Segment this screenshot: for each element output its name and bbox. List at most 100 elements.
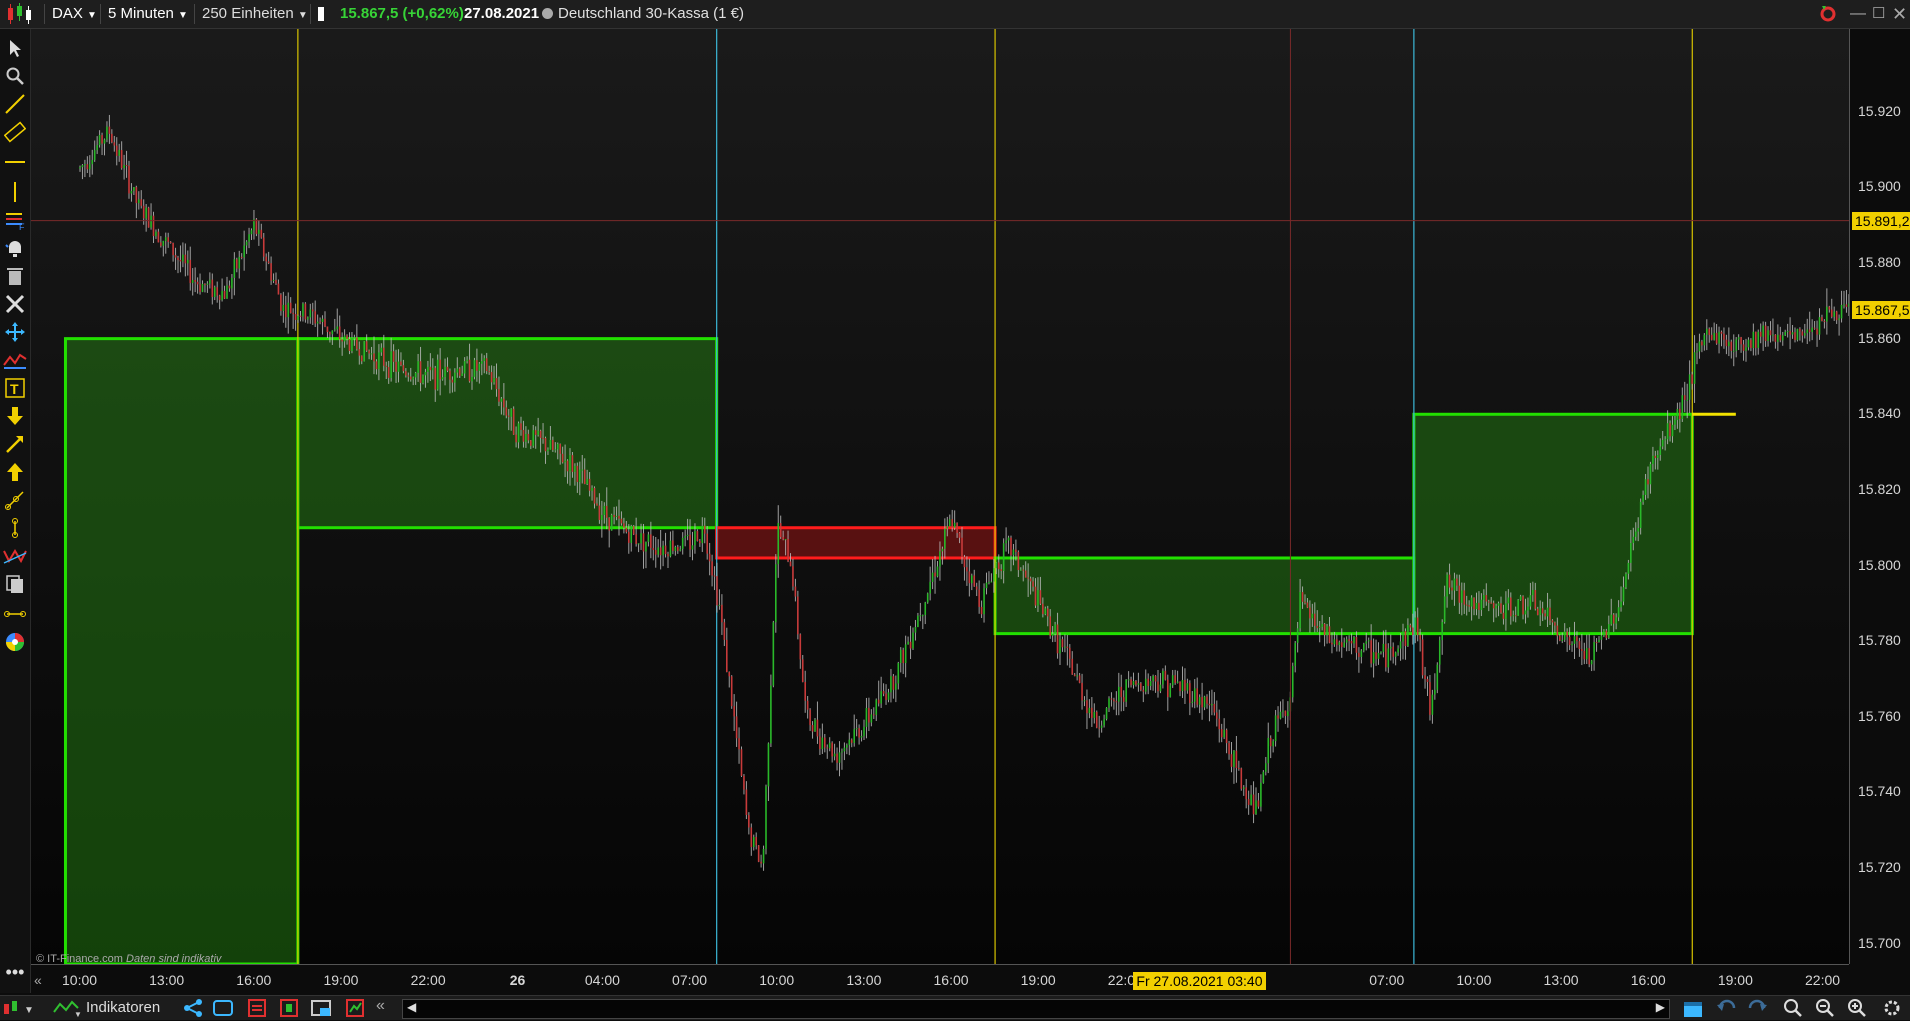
- cloud-icon[interactable]: [212, 998, 236, 1021]
- segment-icon[interactable]: [2, 515, 28, 541]
- window-icon[interactable]: [310, 998, 334, 1021]
- horizontal-segment-icon[interactable]: [2, 601, 28, 627]
- maximize-button[interactable]: ☐: [1872, 0, 1885, 28]
- candle-body: [1514, 615, 1517, 617]
- candle-body: [564, 460, 566, 463]
- move-icon[interactable]: [2, 319, 28, 345]
- candle-body: [1056, 624, 1059, 654]
- candlestick-icon[interactable]: [4, 0, 34, 28]
- units-dropdown[interactable]: 250 Einheiten ▼: [202, 0, 308, 28]
- zoom-fit-icon[interactable]: [1782, 998, 1806, 1021]
- sync-icon[interactable]: [1818, 0, 1838, 28]
- collapse-icon[interactable]: «: [376, 997, 385, 1015]
- screener-icon[interactable]: [246, 998, 268, 1021]
- arrow-diagonal-icon[interactable]: [2, 431, 28, 457]
- candle-body: [980, 606, 983, 615]
- candle-body: [471, 376, 473, 382]
- candle-body: [659, 547, 662, 556]
- candle-body: [1627, 562, 1630, 574]
- order-icon[interactable]: [278, 998, 300, 1021]
- ruler-icon[interactable]: [2, 119, 28, 145]
- info-icon[interactable]: [318, 0, 324, 28]
- chart-scrollbar[interactable]: ◀ ▶: [402, 999, 1670, 1019]
- price-label: 15.860: [1858, 329, 1901, 346]
- candle-body: [539, 430, 542, 438]
- candle-body: [1544, 613, 1546, 617]
- candle-body: [576, 465, 579, 483]
- ray-icon[interactable]: [2, 487, 28, 513]
- candle-body: [978, 589, 980, 607]
- candle-body: [1647, 479, 1649, 485]
- candle-body: [1527, 606, 1529, 611]
- fibonacci-icon[interactable]: F: [2, 207, 28, 233]
- price-label: 15.780: [1858, 632, 1901, 649]
- candle-body: [799, 634, 802, 660]
- indicators-button[interactable]: ▼ Indikatoren: [52, 998, 160, 1019]
- trash-icon[interactable]: [2, 263, 28, 289]
- zoom-icon[interactable]: [2, 63, 28, 89]
- time-axis[interactable]: « 10:00 13:00 16:00 19:00 22:00 26 04:00 07:00 1…: [31, 964, 1849, 995]
- trendline-icon[interactable]: [2, 91, 28, 117]
- zoom-in-icon[interactable]: [1846, 998, 1870, 1021]
- chart-menu-icon[interactable]: ▼: [2, 998, 38, 1021]
- arrow-up-icon[interactable]: [2, 459, 28, 485]
- candle-body: [348, 339, 351, 351]
- candle-body: [640, 533, 642, 544]
- candle-body: [958, 532, 961, 538]
- candle-body: [1735, 339, 1737, 351]
- symbol-dropdown[interactable]: DAX ▼: [52, 0, 97, 28]
- candle-body: [1088, 707, 1091, 714]
- share-icon[interactable]: [182, 998, 204, 1021]
- candle-body: [1100, 725, 1103, 728]
- candle-body: [882, 691, 885, 694]
- price-chart[interactable]: [31, 29, 1853, 966]
- price-axis[interactable]: 15.920 15.900 15.880 15.860 15.840 15.820 15.8…: [1849, 29, 1910, 964]
- candle-body: [1054, 624, 1056, 634]
- candle-body: [1409, 625, 1412, 628]
- candle-body: [1157, 681, 1159, 692]
- undo-icon[interactable]: [1716, 998, 1738, 1021]
- cursor-icon[interactable]: [2, 35, 28, 61]
- pattern-icon[interactable]: [2, 543, 28, 569]
- copy-icon[interactable]: [2, 571, 28, 597]
- scroll-left-arrow-icon[interactable]: ◀: [407, 1000, 416, 1014]
- strategy-icon[interactable]: [344, 998, 366, 1021]
- svg-text:F: F: [19, 222, 25, 231]
- candle-body: [1414, 617, 1417, 635]
- tools-icon[interactable]: [2, 291, 28, 317]
- vertical-line-icon[interactable]: [2, 179, 28, 205]
- arrow-down-icon[interactable]: [2, 403, 28, 429]
- interval-dropdown[interactable]: 5 Minuten ▼: [108, 0, 188, 28]
- minimize-button[interactable]: —: [1850, 0, 1866, 28]
- candle-body: [221, 290, 223, 301]
- color-wheel-icon[interactable]: [2, 629, 28, 655]
- time-label: 16:00: [236, 972, 272, 988]
- candle-body: [1365, 641, 1368, 644]
- scroll-left-icon[interactable]: «: [34, 972, 42, 988]
- candle-body: [1750, 339, 1752, 349]
- alert-bell-icon[interactable]: [2, 235, 28, 261]
- candle-body: [334, 329, 336, 331]
- candle-body: [657, 547, 659, 555]
- candle-body: [1843, 304, 1845, 306]
- horizontal-line-icon[interactable]: [2, 149, 28, 175]
- close-button[interactable]: ✕: [1892, 0, 1907, 28]
- zoom-out-icon[interactable]: [1814, 998, 1838, 1021]
- scroll-right-arrow-icon[interactable]: ▶: [1656, 1000, 1665, 1014]
- candle-body: [821, 737, 824, 750]
- candle-body: [444, 366, 446, 378]
- text-tool-icon[interactable]: T: [2, 375, 28, 401]
- redo-icon[interactable]: [1746, 998, 1768, 1021]
- calendar-icon[interactable]: [1680, 998, 1706, 1021]
- candle-body: [1017, 551, 1020, 571]
- candle-body: [1154, 675, 1157, 682]
- indicator-line-icon[interactable]: [2, 347, 28, 373]
- settings-icon[interactable]: [1880, 998, 1904, 1021]
- more-tools-icon[interactable]: •••: [2, 959, 28, 985]
- candle-body: [1779, 334, 1782, 341]
- candle-body: [1737, 337, 1740, 340]
- candle-body: [1220, 729, 1223, 738]
- candle-body: [392, 351, 395, 362]
- candle-body: [1372, 652, 1375, 664]
- candle-body: [1127, 679, 1130, 681]
